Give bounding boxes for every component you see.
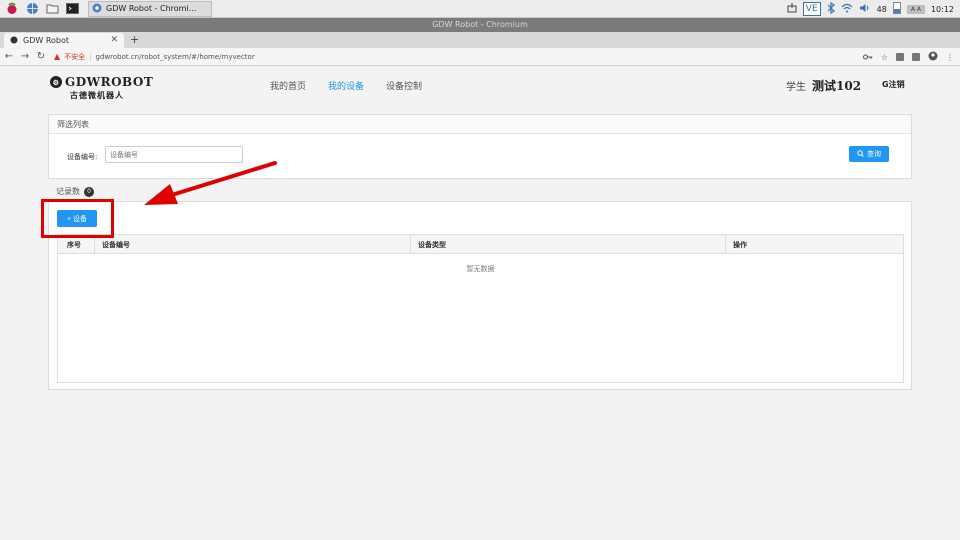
records-count-badge: 0 xyxy=(84,186,94,197)
device-id-input[interactable] xyxy=(105,146,243,163)
column-divider xyxy=(725,235,726,254)
terminal-icon[interactable] xyxy=(64,2,80,16)
site-header: ⚙ GDWROBOT 古德微机器人 我的首页 我的设备 设备控制 学生 测试10… xyxy=(0,67,960,107)
bookmark-star-icon[interactable]: ☆ xyxy=(881,53,888,62)
address-bar: ← → ↻ ▲ 不安全 | gdwrobot.cn/robot_system/#… xyxy=(0,48,960,66)
filter-panel: 筛选列表 设备编号: 查询 xyxy=(48,114,912,179)
key-icon[interactable] xyxy=(862,53,873,62)
search-button[interactable]: 查询 xyxy=(849,146,889,162)
vnc-icon[interactable]: VE xyxy=(802,2,821,16)
logo-emblem-icon: ⚙ xyxy=(50,76,62,88)
menu-icon[interactable]: ⋮ xyxy=(946,53,954,62)
logout-button[interactable]: G注销 xyxy=(882,79,905,90)
taskbar-window-title: GDW Robot - Chromi... xyxy=(106,4,197,13)
profile-icon[interactable] xyxy=(928,51,938,63)
site-logo[interactable]: ⚙ GDWROBOT 古德微机器人 xyxy=(50,75,153,103)
taskbar: GDW Robot - Chromi... VE 48 A A 10:12 xyxy=(0,0,960,18)
table-empty-text: 暂无数据 xyxy=(466,265,495,273)
device-id-label: 设备编号: xyxy=(67,153,98,161)
column-divider xyxy=(410,235,411,254)
new-tab-button[interactable]: + xyxy=(130,33,139,46)
column-header-actions[interactable]: 操作 xyxy=(733,240,747,250)
column-divider xyxy=(94,235,95,254)
cpu-graph-icon xyxy=(892,2,901,16)
nav-device-control[interactable]: 设备控制 xyxy=(386,79,422,92)
extension-icon[interactable] xyxy=(912,53,920,61)
back-icon[interactable]: ← xyxy=(2,51,16,62)
volume-icon[interactable] xyxy=(859,3,871,15)
search-icon xyxy=(857,149,864,159)
chromium-icon xyxy=(92,3,102,15)
table-header: 序号 设备编号 设备类型 操作 xyxy=(58,235,903,254)
url-text[interactable]: gdwrobot.cn/robot_system/#/home/myvector xyxy=(96,53,255,61)
taskbar-window-button[interactable]: GDW Robot - Chromi... xyxy=(88,0,212,17)
add-device-button[interactable]: + 设备 xyxy=(57,210,97,227)
forward-icon[interactable]: → xyxy=(18,51,32,62)
column-header-device-id[interactable]: 设备编号 xyxy=(102,240,130,250)
close-tab-icon[interactable]: ✕ xyxy=(110,35,118,45)
user-name[interactable]: 测试102 xyxy=(812,77,861,94)
omnibox-separator: | xyxy=(89,52,92,61)
favicon-icon xyxy=(10,36,18,46)
logo-text: GDWROBOT xyxy=(65,75,154,89)
globe-icon[interactable] xyxy=(24,2,40,16)
filter-panel-title: 筛选列表 xyxy=(49,115,911,134)
records-header: 记录数 0 xyxy=(56,186,94,197)
user-info: 学生 测试102 xyxy=(786,77,861,94)
keyboard-layout[interactable]: A A xyxy=(906,4,925,14)
main-nav: 我的首页 我的设备 设备控制 xyxy=(270,79,422,92)
bluetooth-icon[interactable] xyxy=(827,1,835,16)
device-table-panel: + 设备 序号 设备编号 设备类型 操作 暂无数据 xyxy=(48,201,912,390)
device-table: 序号 设备编号 设备类型 操作 暂无数据 xyxy=(57,234,904,383)
column-header-device-type[interactable]: 设备类型 xyxy=(418,240,446,250)
updates-icon[interactable] xyxy=(787,3,797,15)
logo-subtitle: 古德微机器人 xyxy=(70,91,124,100)
reload-icon[interactable]: ↻ xyxy=(34,51,48,62)
omnibox[interactable]: ▲ 不安全 | gdwrobot.cn/robot_system/#/home/… xyxy=(54,50,874,64)
folder-icon[interactable] xyxy=(44,2,60,16)
column-header-index[interactable]: 序号 xyxy=(67,240,81,250)
nav-home[interactable]: 我的首页 xyxy=(270,79,306,92)
page-content: ⚙ GDWROBOT 古德微机器人 我的首页 我的设备 设备控制 学生 测试10… xyxy=(0,67,960,540)
wifi-icon[interactable] xyxy=(841,3,853,15)
tab-strip: GDW Robot ✕ + xyxy=(0,32,960,48)
raspberry-icon[interactable] xyxy=(4,2,20,16)
toolbar-right: ☆ ⋮ xyxy=(862,48,954,66)
insecure-label: 不安全 xyxy=(64,52,86,61)
search-button-label: 查询 xyxy=(867,151,881,158)
system-tray: VE 48 A A 10:12 xyxy=(787,0,960,18)
tab-title: GDW Robot xyxy=(23,36,70,45)
nav-my-devices[interactable]: 我的设备 xyxy=(328,79,364,92)
user-role: 学生 xyxy=(786,82,806,93)
warning-icon: ▲ xyxy=(54,52,61,61)
records-label: 记录数 xyxy=(56,187,80,196)
volume-level: 48 xyxy=(876,4,887,14)
browser-tab[interactable]: GDW Robot ✕ xyxy=(4,33,124,48)
extension-icon[interactable] xyxy=(896,53,904,61)
clock[interactable]: 10:12 xyxy=(931,5,954,14)
window-title: GDW Robot - Chromium xyxy=(0,18,960,32)
